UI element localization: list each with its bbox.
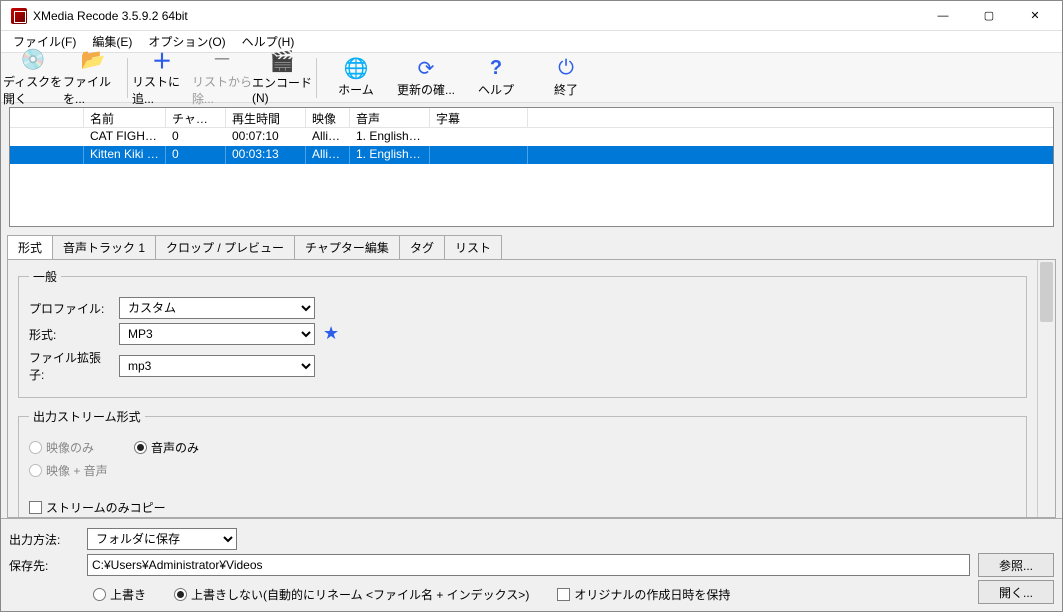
app-icon [11, 8, 27, 24]
ext-label: ファイル拡張子: [29, 349, 111, 383]
home-button[interactable]: 🌐 ホーム [321, 54, 391, 102]
update-button[interactable]: ⟳ 更新の確... [391, 54, 461, 102]
cell-audio: 1. English A... [350, 128, 430, 146]
file-list[interactable]: 名前 チャプター 再生時間 映像 音声 字幕 CAT FIGHT ... 0 0… [9, 107, 1054, 227]
file-row[interactable]: CAT FIGHT ... 0 00:07:10 Allian... 1. En… [10, 128, 1053, 146]
help-icon: ? [485, 57, 507, 79]
clapper-icon: 🎬 [271, 50, 293, 72]
open-disc-button[interactable]: 💿 ディスクを開く [3, 54, 63, 102]
tab-tag[interactable]: タグ [399, 235, 445, 259]
radio-no-overwrite[interactable]: 上書きしない(自動的にリネーム <ファイル名 + インデックス>) [174, 586, 529, 603]
dest-path-input[interactable] [87, 554, 970, 576]
output-method-select[interactable]: フォルダに保存 [87, 528, 237, 550]
toolbar-label: リストに追... [132, 73, 192, 107]
tab-crop-preview[interactable]: クロップ / プレビュー [155, 235, 295, 259]
radio-video-only: 映像のみ [29, 439, 94, 456]
plus-icon: ＋ [151, 49, 173, 71]
tab-audio-track[interactable]: 音声トラック 1 [52, 235, 156, 259]
browse-button[interactable]: 参照... [978, 553, 1054, 577]
toolbar-label: ディスクを開く [3, 73, 63, 107]
cell-subtitle [430, 128, 528, 146]
dest-label: 保存先: [9, 557, 79, 574]
file-row[interactable]: Kitten Kiki g... 0 00:03:13 Allian... 1.… [10, 146, 1053, 164]
vertical-scrollbar[interactable] [1037, 260, 1055, 517]
profile-label: プロファイル: [29, 300, 111, 317]
toolbar: 💿 ディスクを開く 📂 ファイルを... ＋ リストに追... ─ リストから除… [1, 53, 1062, 103]
tab-chapter-edit[interactable]: チャプター編集 [294, 235, 400, 259]
disc-icon: 💿 [22, 49, 44, 71]
format-label: 形式: [29, 326, 111, 343]
col-name[interactable]: 名前 [84, 108, 166, 127]
cell-name: CAT FIGHT ... [84, 128, 166, 146]
close-button[interactable]: ✕ [1012, 1, 1058, 31]
cell-video: Allian... [306, 146, 350, 164]
refresh-icon: ⟳ [415, 57, 437, 79]
cell-subtitle [430, 146, 528, 164]
radio-overwrite[interactable]: 上書き [93, 586, 146, 603]
exit-button[interactable]: ⏻ 終了 [531, 54, 601, 102]
file-list-header: 名前 チャプター 再生時間 映像 音声 字幕 [10, 108, 1053, 128]
globe-icon: 🌐 [345, 57, 367, 79]
col-audio[interactable]: 音声 [350, 108, 430, 127]
favorite-star-icon[interactable]: ★ [323, 325, 341, 343]
toolbar-label: ヘルプ [478, 81, 514, 98]
open-file-button[interactable]: 📂 ファイルを... [63, 54, 123, 102]
cell-audio: 1. English A... [350, 146, 430, 164]
radio-audio-only[interactable]: 音声のみ [134, 439, 199, 456]
window-title: XMedia Recode 3.5.9.2 64bit [33, 9, 920, 23]
general-legend: 一般 [29, 268, 61, 285]
toolbar-label: 終了 [554, 81, 578, 98]
stream-group: 出力ストリーム形式 映像のみ 音声のみ 映像 + 音声 ストリームのみコピー 映… [18, 408, 1027, 517]
cell-video: Allian... [306, 128, 350, 146]
cell-name: Kitten Kiki g... [84, 146, 166, 164]
help-button[interactable]: ? ヘルプ [461, 54, 531, 102]
cell-duration: 00:03:13 [226, 146, 306, 164]
check-stream-copy[interactable]: ストリームのみコピー [29, 499, 1016, 516]
format-select[interactable]: MP3 [119, 323, 315, 345]
output-panel: 出力方法: フォルダに保存 保存先: 参照... 上書き 上書きしない(自動的に… [1, 518, 1062, 611]
tab-format[interactable]: 形式 [7, 235, 53, 259]
cell-chapter: 0 [166, 146, 226, 164]
col-subtitle[interactable]: 字幕 [430, 108, 528, 127]
scrollbar-thumb[interactable] [1040, 262, 1053, 322]
col-duration[interactable]: 再生時間 [226, 108, 306, 127]
toolbar-label: ホーム [338, 81, 374, 98]
toolbar-label: ファイルを... [63, 73, 123, 107]
toolbar-separator [127, 58, 128, 98]
stream-legend: 出力ストリーム形式 [29, 408, 145, 425]
minus-icon: ─ [211, 49, 233, 71]
maximize-button[interactable]: ▢ [966, 1, 1012, 31]
remove-list-button: ─ リストから除... [192, 54, 252, 102]
output-method-label: 出力方法: [9, 531, 79, 548]
add-list-button[interactable]: ＋ リストに追... [132, 54, 192, 102]
open-button[interactable]: 開く... [978, 580, 1054, 604]
profile-select[interactable]: カスタム [119, 297, 315, 319]
col-check[interactable] [10, 108, 84, 127]
tabstrip: 形式 音声トラック 1 クロップ / プレビュー チャプター編集 タグ リスト [7, 235, 1056, 259]
toolbar-label: リストから除... [192, 73, 252, 107]
power-icon: ⏻ [555, 57, 577, 79]
toolbar-separator [316, 58, 317, 98]
tab-panel: 一般 プロファイル: カスタム 形式: MP3 ★ ファイル拡張子: mp3 出… [7, 259, 1056, 518]
cell-chapter: 0 [166, 128, 226, 146]
encode-button[interactable]: 🎬 エンコード(N) [252, 54, 312, 102]
titlebar: XMedia Recode 3.5.9.2 64bit — ▢ ✕ [1, 1, 1062, 31]
col-video[interactable]: 映像 [306, 108, 350, 127]
cell-duration: 00:07:10 [226, 128, 306, 146]
tab-list[interactable]: リスト [444, 235, 502, 259]
general-group: 一般 プロファイル: カスタム 形式: MP3 ★ ファイル拡張子: mp3 [18, 268, 1027, 398]
minimize-button[interactable]: — [920, 1, 966, 31]
toolbar-label: エンコード(N) [252, 74, 312, 105]
folder-icon: 📂 [82, 49, 104, 71]
ext-select[interactable]: mp3 [119, 355, 315, 377]
col-chapter[interactable]: チャプター [166, 108, 226, 127]
check-keep-date[interactable]: オリジナルの作成日時を保持 [557, 586, 730, 603]
radio-video-audio: 映像 + 音声 [29, 462, 108, 479]
toolbar-label: 更新の確... [397, 81, 455, 98]
